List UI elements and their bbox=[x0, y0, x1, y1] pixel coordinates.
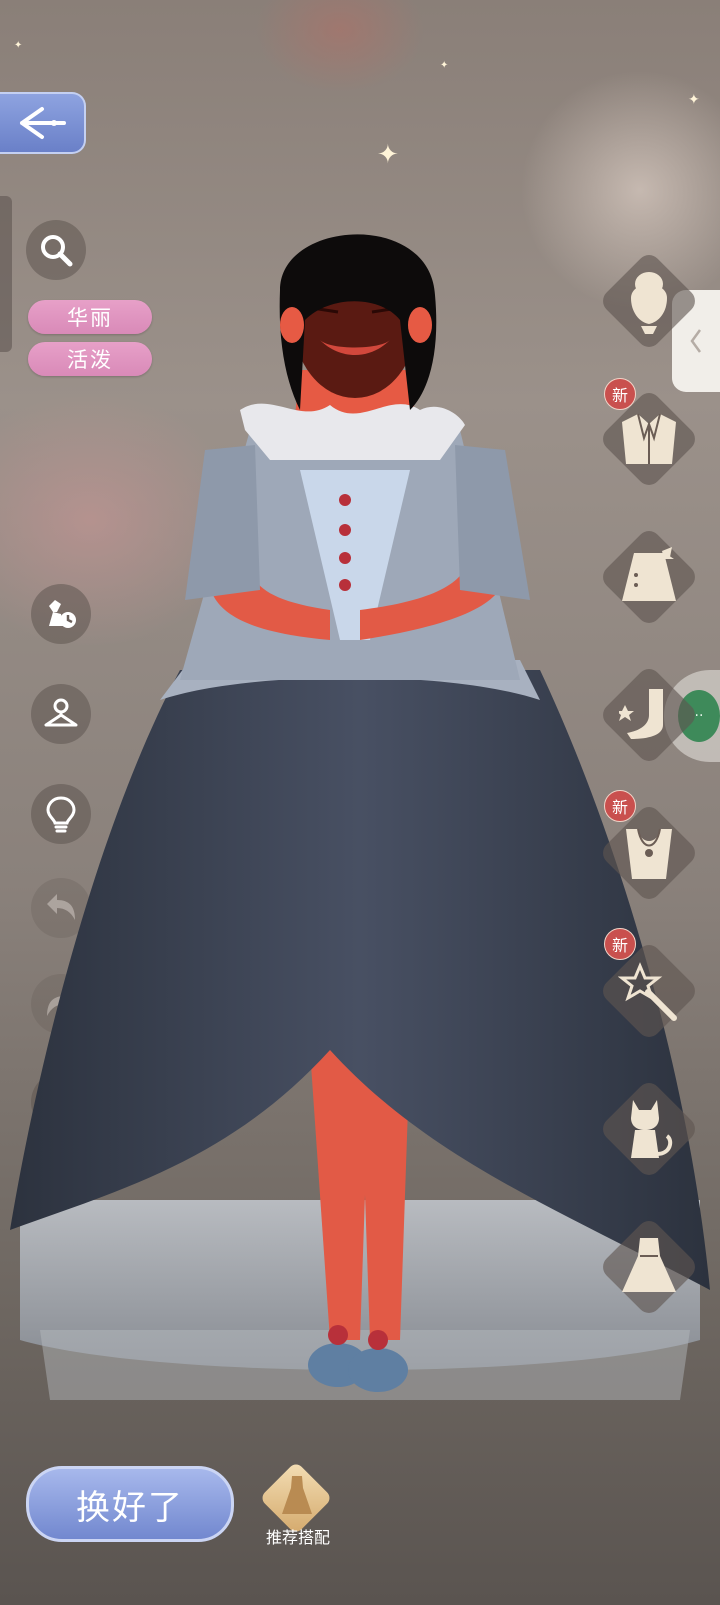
confirm-button[interactable]: 换好了 bbox=[26, 1466, 234, 1542]
category-dress[interactable] bbox=[598, 1216, 700, 1318]
wand-icon bbox=[618, 962, 677, 1021]
recommend-label: 推荐搭配 bbox=[265, 1528, 330, 1547]
dress-icon bbox=[282, 1476, 312, 1514]
skirt-icon bbox=[622, 547, 676, 601]
shoe-icon bbox=[619, 689, 663, 739]
hair-icon bbox=[631, 272, 667, 334]
necklace-icon bbox=[626, 828, 672, 879]
jacket-icon bbox=[622, 413, 676, 464]
dress-icon bbox=[622, 1238, 676, 1292]
back-arrow-icon bbox=[20, 107, 66, 139]
cat-icon bbox=[631, 1100, 673, 1158]
sparkle-icon: ✦ bbox=[14, 40, 23, 51]
category-pet[interactable] bbox=[598, 1078, 700, 1180]
recommend-outfit-button[interactable]: 推荐搭配 bbox=[258, 1461, 338, 1552]
confirm-button-label: 换好了 bbox=[76, 1487, 184, 1528]
category-hair[interactable] bbox=[598, 250, 700, 352]
sparkle-icon: ✦ bbox=[688, 92, 700, 108]
new-badge: 新 bbox=[604, 790, 636, 822]
back-button[interactable] bbox=[0, 92, 86, 154]
sparkle-icon: ✦ bbox=[377, 140, 399, 170]
category-shoes[interactable] bbox=[598, 664, 700, 766]
category-bottom[interactable] bbox=[598, 526, 700, 628]
new-badge: 新 bbox=[604, 928, 636, 960]
sparkle-icon: ✦ bbox=[440, 60, 449, 71]
new-badge: 新 bbox=[604, 378, 636, 410]
